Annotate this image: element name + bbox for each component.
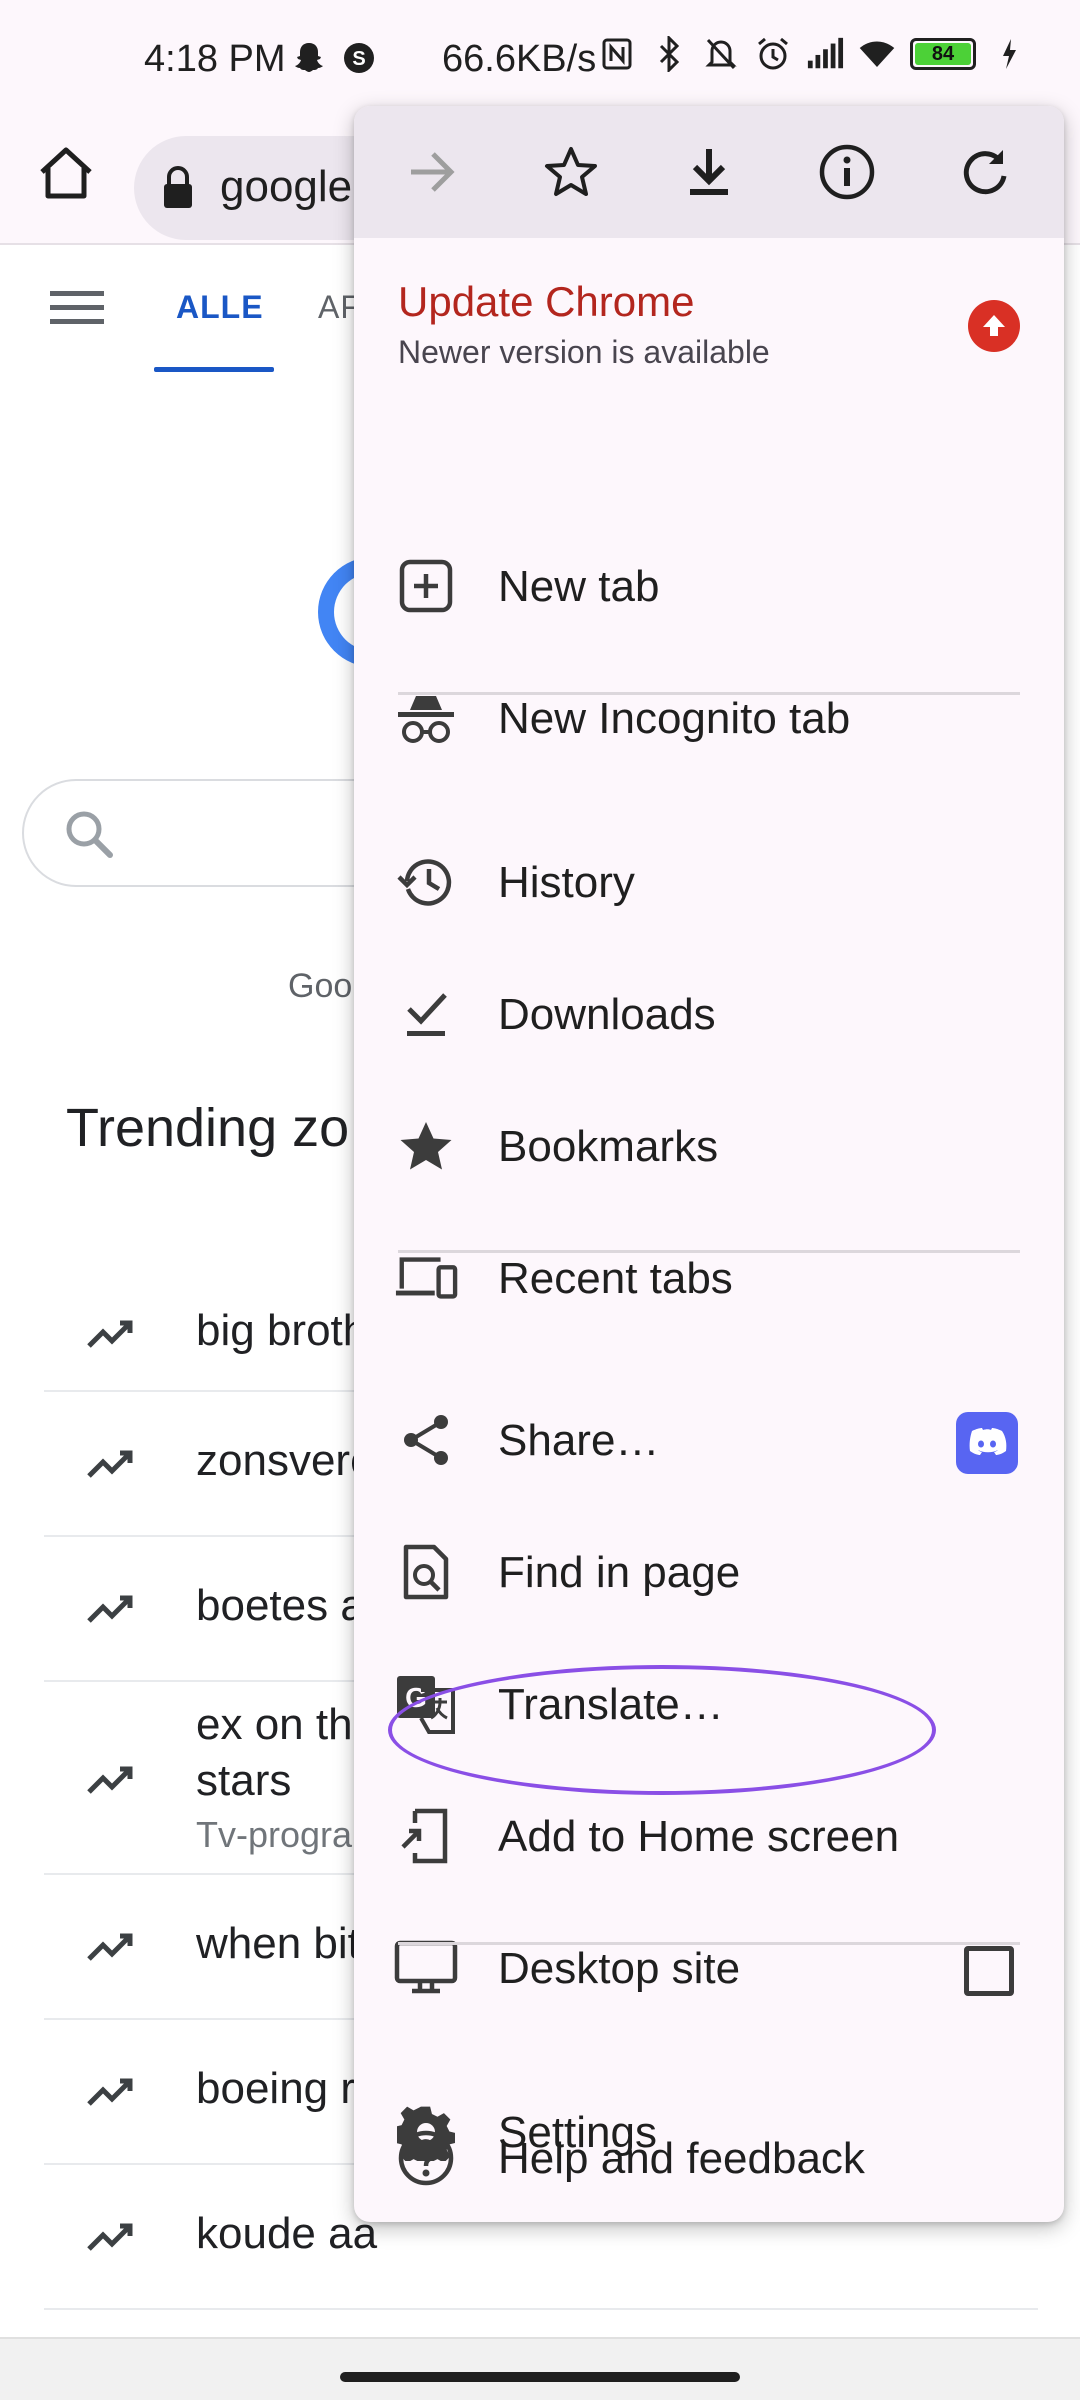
update-arrow-icon — [968, 300, 1020, 352]
menu-divider — [398, 692, 1020, 695]
gesture-nav-handle[interactable] — [340, 2372, 740, 2382]
desktop-site-checkbox[interactable] — [964, 1946, 1014, 1996]
update-chrome-subtitle: Newer version is available — [398, 334, 770, 370]
active-tab-indicator — [154, 367, 274, 372]
signal-icon — [806, 34, 844, 74]
trending-label: zonsvere — [196, 1436, 375, 1485]
plus-box-icon — [394, 554, 458, 618]
menu-item-add-to-home-screen[interactable]: Add to Home screen — [354, 1770, 1064, 1902]
menu-divider — [398, 1942, 1020, 1945]
trending-arrow-icon — [86, 1314, 136, 1359]
trending-arrow-icon — [86, 1589, 136, 1634]
star-icon[interactable] — [531, 132, 611, 212]
hamburger-menu-icon[interactable] — [50, 287, 104, 332]
url-text: google — [220, 162, 353, 211]
trending-arrow-icon — [86, 2072, 136, 2117]
mute-bell-icon — [702, 34, 740, 74]
menu-item-desktop-site[interactable]: Desktop site — [354, 1902, 1064, 2034]
info-icon[interactable] — [807, 132, 887, 212]
menu-item-translate[interactable]: G Translate… — [354, 1638, 1064, 1770]
network-speed: 66.6KB/s — [442, 38, 597, 80]
menu-item-label: Help and feedback — [498, 2134, 865, 2183]
home-button[interactable] — [30, 138, 102, 210]
status-time: 4:18 PM — [144, 38, 286, 80]
trending-label: big broth — [196, 1306, 368, 1355]
menu-item-label: Bookmarks — [498, 1122, 719, 1171]
battery-icon: 84 — [910, 38, 976, 70]
menu-item-share[interactable]: Share… — [354, 1374, 1064, 1506]
trending-label: koude aa — [196, 2209, 378, 2258]
share-icon — [394, 1408, 458, 1472]
menu-item-new-tab[interactable]: New tab — [354, 520, 1064, 652]
google-footer-text: Goo — [288, 967, 353, 1005]
trending-label-line2: stars — [196, 1756, 292, 1805]
menu-item-history[interactable]: History — [354, 816, 1064, 948]
menu-item-find-in-page[interactable]: Find in page — [354, 1506, 1064, 1638]
add-to-home-icon — [394, 1804, 458, 1868]
download-check-icon — [394, 982, 458, 1046]
menu-item-label: Share… — [498, 1416, 660, 1465]
lock-icon — [160, 164, 196, 215]
help-icon — [394, 2126, 458, 2190]
download-icon[interactable] — [669, 132, 749, 212]
trending-label: boeing r — [196, 2064, 356, 2113]
trending-label: ex on the — [196, 1700, 378, 1749]
menu-item-help-and-feedback[interactable]: Help and feedback — [354, 2092, 1064, 2224]
menu-item-label: New Incognito tab — [498, 694, 851, 743]
tab-alle[interactable]: ALLE — [176, 289, 264, 326]
wifi-icon — [858, 34, 896, 74]
menu-item-label: Recent tabs — [498, 1254, 733, 1303]
incognito-icon — [394, 686, 458, 750]
translate-icon: G — [394, 1672, 458, 1736]
forward-icon[interactable] — [393, 132, 473, 212]
menu-item-bookmarks[interactable]: Bookmarks — [354, 1080, 1064, 1212]
trending-arrow-icon — [86, 1444, 136, 1489]
monitor-icon — [394, 1936, 458, 2000]
trending-sublabel: Tv-progra — [196, 1814, 353, 1855]
status-notification-icons: S — [290, 38, 378, 78]
find-in-page-icon — [394, 1540, 458, 1604]
trending-arrow-icon — [86, 2217, 136, 2262]
s-circle-icon: S — [340, 38, 378, 78]
history-icon — [394, 850, 458, 914]
menu-item-label: Desktop site — [498, 1944, 741, 1993]
menu-item-label: Find in page — [498, 1548, 741, 1597]
menu-action-row — [354, 106, 1064, 238]
discord-share-icon[interactable] — [956, 1412, 1018, 1474]
battery-level: 84 — [915, 43, 971, 65]
menu-item-label: History — [498, 858, 635, 907]
nfc-icon — [598, 34, 636, 74]
bottom-bar — [0, 2337, 1080, 2400]
search-icon — [62, 807, 118, 868]
trending-label: boetes a — [196, 1581, 365, 1630]
update-chrome-item[interactable]: Update Chrome Newer version is available — [398, 278, 770, 371]
status-system-icons: 84 — [598, 34, 1028, 74]
menu-item-new-incognito-tab[interactable]: New Incognito tab — [354, 652, 1064, 784]
trending-title: Trending zo — [66, 1098, 350, 1158]
bluetooth-icon — [650, 34, 688, 74]
alarm-icon — [754, 34, 792, 74]
star-filled-icon — [394, 1114, 458, 1178]
menu-item-label: Add to Home screen — [498, 1812, 900, 1861]
menu-item-downloads[interactable]: Downloads — [354, 948, 1064, 1080]
menu-item-label: Translate… — [498, 1680, 724, 1729]
menu-divider — [398, 1250, 1020, 1253]
trending-label: when bit — [196, 1919, 360, 1968]
status-bar: 4:18 PM S 66.6KB/s 84 — [0, 0, 1080, 120]
devices-icon — [394, 1246, 458, 1310]
snapchat-icon — [290, 38, 328, 78]
svg-text:G: G — [405, 1682, 427, 1713]
trending-arrow-icon — [86, 1927, 136, 1972]
chrome-overflow-menu: Update Chrome Newer version is available… — [354, 106, 1064, 2222]
update-chrome-title: Update Chrome — [398, 278, 695, 325]
reload-icon[interactable] — [945, 132, 1025, 212]
charging-icon — [990, 34, 1028, 74]
svg-text:S: S — [352, 48, 365, 70]
menu-item-label: Downloads — [498, 990, 716, 1039]
menu-item-label: New tab — [498, 562, 660, 611]
trending-arrow-icon — [86, 1760, 136, 1805]
menu-item-recent-tabs[interactable]: Recent tabs — [354, 1212, 1064, 1344]
